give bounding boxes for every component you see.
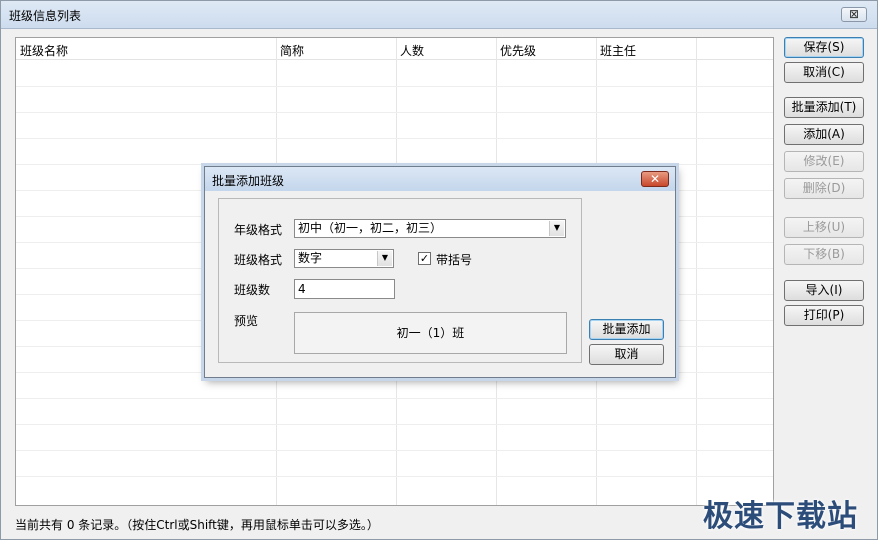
save-button[interactable]: 保存(S): [784, 37, 864, 58]
grid-row-divider: [16, 164, 773, 165]
grade-format-label: 年级格式: [234, 223, 283, 237]
delete-button[interactable]: 删除(D): [784, 178, 864, 199]
preview-value: 初一（1）班: [396, 326, 465, 340]
print-button[interactable]: 打印(P): [784, 305, 864, 326]
window-title: 班级信息列表: [9, 9, 82, 23]
close-icon: ⊠: [848, 7, 860, 21]
class-count-label: 班级数: [234, 283, 271, 297]
column-header-head-teacher[interactable]: 班主任: [600, 42, 636, 59]
grid-column-divider: [696, 38, 697, 505]
grid-row-divider: [16, 424, 773, 425]
edit-button[interactable]: 修改(E): [784, 151, 864, 172]
close-icon: ✕: [649, 172, 661, 186]
preview-label: 预览: [234, 314, 259, 328]
grade-format-select[interactable]: 初中（初一，初二，初三） ▼: [294, 219, 566, 238]
watermark-logo: 极速下载站: [703, 499, 858, 534]
grid-row-divider: [16, 112, 773, 113]
preview-box: 初一（1）班: [294, 312, 567, 354]
grade-format-value: 初中（初一，初二，初三）: [298, 221, 443, 235]
import-button[interactable]: 导入(I): [784, 280, 864, 301]
dialog-title: 批量添加班级: [212, 174, 285, 188]
class-count-value: 4: [298, 282, 306, 296]
cancel-button[interactable]: 取消(C): [784, 62, 864, 83]
move-down-button[interactable]: 下移(B): [784, 244, 864, 265]
column-header-short-name[interactable]: 简称: [280, 42, 304, 59]
column-header-priority[interactable]: 优先级: [500, 42, 536, 59]
class-count-input[interactable]: 4: [294, 279, 395, 299]
dialog-close-button[interactable]: ✕: [641, 171, 669, 187]
class-format-label: 班级格式: [234, 253, 283, 267]
grid-row-divider: [16, 476, 773, 477]
class-format-select[interactable]: 数字 ▼: [294, 249, 394, 268]
grid-row-divider: [16, 398, 773, 399]
class-format-value: 数字: [298, 251, 323, 265]
status-bar-text: 当前共有 0 条记录。（按住Ctrl或Shift键，再用鼠标单击可以多选。）: [15, 518, 379, 532]
dialog-title-bar: 批量添加班级 ✕: [205, 167, 675, 191]
batch-add-class-dialog: 批量添加班级 ✕ 年级格式 初中（初一，初二，初三） ▼ 班级格式 数字 ▼ ✓…: [204, 166, 676, 378]
dialog-batch-add-button[interactable]: 批量添加: [589, 319, 664, 340]
batch-add-button[interactable]: 批量添加(T): [784, 97, 864, 118]
check-icon: ✓: [419, 252, 430, 265]
grid-row-divider: [16, 86, 773, 87]
settings-group: 年级格式 初中（初一，初二，初三） ▼ 班级格式 数字 ▼ ✓ 带括号 班级数 …: [218, 198, 582, 363]
column-header-count[interactable]: 人数: [400, 42, 424, 59]
move-up-button[interactable]: 上移(U): [784, 217, 864, 238]
bracket-checkbox[interactable]: ✓: [418, 252, 431, 265]
chevron-down-icon[interactable]: ▼: [549, 221, 564, 236]
grid-row-divider: [16, 450, 773, 451]
title-bar: 班级信息列表 ⊠: [1, 1, 877, 29]
dialog-cancel-button[interactable]: 取消: [589, 344, 664, 365]
bracket-label: 带括号: [436, 253, 473, 267]
column-header-class-name[interactable]: 班级名称: [20, 42, 68, 59]
add-button[interactable]: 添加(A): [784, 124, 864, 145]
chevron-down-icon[interactable]: ▼: [377, 251, 392, 266]
grid-header: 班级名称 简称 人数 优先级 班主任: [16, 38, 773, 60]
main-window: 班级信息列表 ⊠ 班级名称 简称 人数 优先级 班主任 保存(S) 取消(C) …: [0, 0, 878, 540]
grid-row-divider: [16, 138, 773, 139]
window-close-button[interactable]: ⊠: [841, 7, 867, 22]
